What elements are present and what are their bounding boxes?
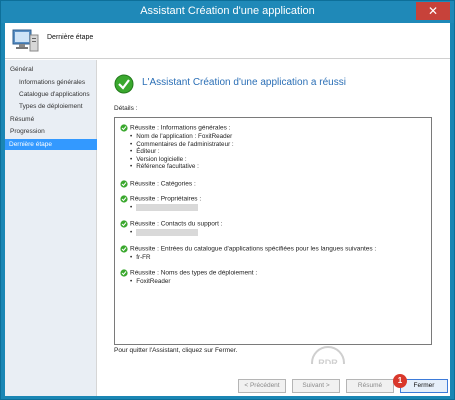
list-item: FoxitReader — [130, 278, 257, 286]
detail-section-owners: Réussite : Propriétaires : — [120, 195, 201, 212]
sidebar-item-general-info[interactable]: Informations générales — [19, 79, 85, 86]
list-item — [130, 229, 223, 237]
details-textbox[interactable]: Réussite : Informations générales : Nom … — [114, 117, 432, 345]
main-panel: L'Assistant Création d'une application a… — [98, 60, 450, 396]
close-window-button[interactable]: ✕ — [416, 2, 450, 20]
list-item: Nom de l'application : FoxitReader — [130, 133, 234, 141]
list-item: fr-FR — [130, 254, 376, 262]
detail-section-catalog-entries: Réussite : Entrées du catalogue d'applic… — [120, 245, 376, 262]
check-icon — [120, 195, 128, 203]
detail-section-support-contacts: Réussite : Contacts du support : — [120, 220, 223, 237]
sidebar-item-app-catalog[interactable]: Catalogue d'applications — [19, 91, 90, 98]
wizard-client-area: Dernière étape Général Informations géné… — [5, 23, 450, 396]
sidebar-item-progress[interactable]: Progression — [10, 128, 45, 135]
list-item: Version logicielle : — [130, 156, 234, 164]
check-icon — [120, 245, 128, 253]
section-title: Réussite : Contacts du support : — [130, 220, 223, 228]
detail-section-categories: Réussite : Catégories : — [120, 180, 196, 188]
details-label: Détails : — [114, 105, 138, 112]
sidebar-item-general[interactable]: Général — [10, 66, 33, 73]
wizard-footer: < Précédent Suivant > Résumé Fermer 1 — [98, 364, 450, 396]
detail-section-general-info: Réussite : Informations générales : Nom … — [120, 124, 234, 171]
section-title: Réussite : Noms des types de déploiement… — [130, 269, 258, 277]
section-title: Réussite : Propriétaires : — [130, 195, 202, 203]
sidebar-item-completion[interactable]: Dernière étape — [5, 139, 97, 150]
next-button[interactable]: Suivant > — [292, 379, 340, 393]
computer-icon — [12, 29, 39, 52]
section-title: Réussite : Entrées du catalogue d'applic… — [130, 245, 377, 253]
wizard-sidebar: Général Informations générales Catalogue… — [5, 60, 97, 396]
title-bar[interactable]: Assistant Création d'une application ✕ — [1, 1, 454, 23]
step-badge: 1 — [393, 374, 407, 388]
list-item: Éditeur : — [130, 148, 234, 156]
list-item: Référence facultative : — [130, 163, 234, 171]
check-icon — [120, 220, 128, 228]
sidebar-item-deployment-types[interactable]: Types de déploiement — [19, 103, 83, 110]
close-button[interactable]: Fermer — [400, 379, 448, 393]
wizard-window: Assistant Création d'une application ✕ D… — [0, 0, 455, 400]
redacted-value — [136, 204, 199, 211]
success-title: L'Assistant Création d'une application a… — [142, 77, 346, 88]
success-check-icon — [114, 74, 134, 94]
sidebar-item-summary[interactable]: Résumé — [10, 116, 34, 123]
quit-instructions: Pour quitter l'Assistant, cliquez sur Fe… — [114, 347, 238, 354]
detail-section-deployment-type-names: Réussite : Noms des types de déploiement… — [120, 269, 257, 286]
check-icon — [120, 269, 128, 277]
list-item — [130, 204, 201, 212]
summary-button[interactable]: Résumé — [346, 379, 394, 393]
section-title: Réussite : Catégories : — [130, 180, 196, 188]
window-title: Assistant Création d'une application — [140, 5, 315, 17]
header-title: Dernière étape — [47, 34, 94, 41]
previous-button[interactable]: < Précédent — [238, 379, 286, 393]
redacted-value — [136, 229, 199, 236]
section-title: Réussite : Informations générales : — [130, 124, 231, 132]
check-icon — [120, 180, 128, 188]
check-icon — [120, 124, 128, 132]
wizard-header: Dernière étape — [5, 23, 450, 59]
